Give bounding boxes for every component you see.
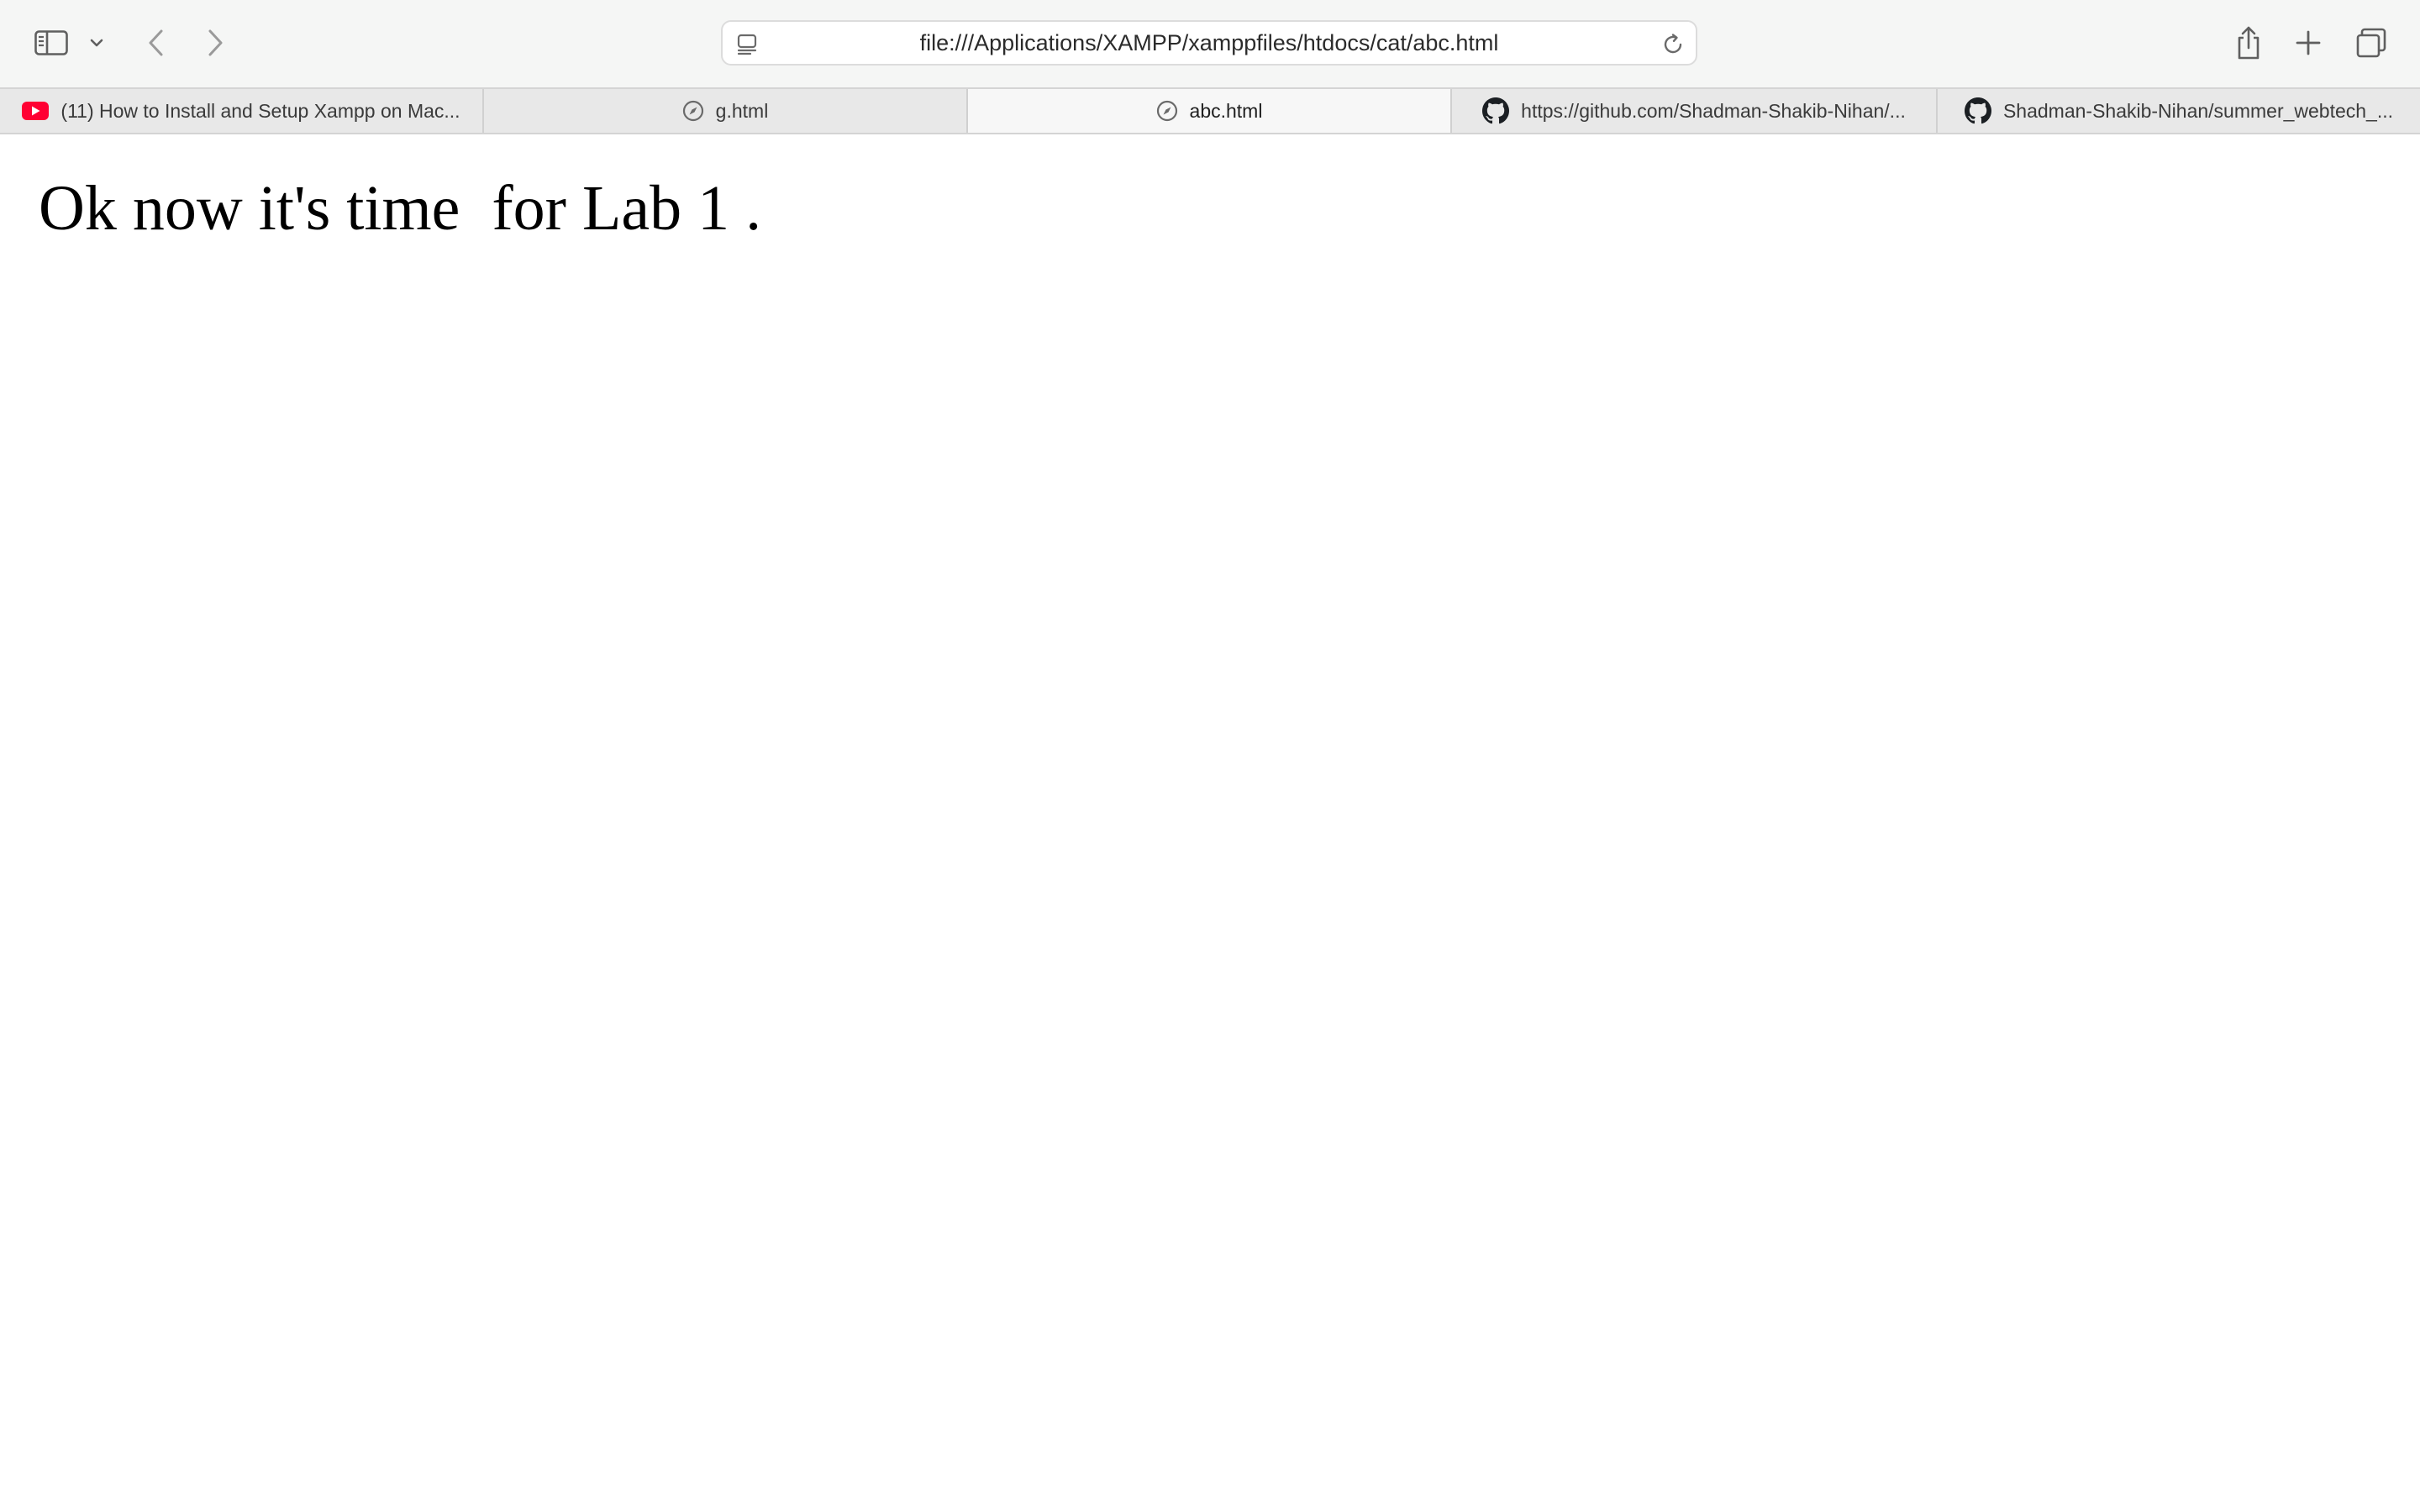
tab-overview-icon	[2356, 28, 2386, 58]
plus-icon	[2296, 30, 2321, 55]
chevron-down-icon	[90, 39, 103, 47]
tab-label: (11) How to Install and Setup Xampp on M…	[60, 99, 460, 122]
url-text[interactable]: file:///Applications/XAMPP/xamppfiles/ht…	[723, 22, 1696, 64]
back-button[interactable]	[139, 24, 173, 62]
tab-label: https://github.com/Shadman-Shakib-Nihan/…	[1521, 99, 1906, 122]
forward-button[interactable]	[198, 24, 232, 62]
compass-icon	[1156, 100, 1178, 122]
youtube-icon	[22, 101, 50, 121]
page-content: Ok now it's time for Lab 1 .	[0, 134, 2420, 1512]
share-icon	[2238, 26, 2260, 60]
reload-icon[interactable]	[1660, 32, 1686, 57]
browser-toolbar: file:///Applications/XAMPP/xamppfiles/ht…	[0, 0, 2420, 87]
tab-abc-html[interactable]: abc.html	[968, 89, 1452, 133]
github-icon	[1964, 97, 1991, 124]
forward-arrow-icon	[208, 29, 223, 56]
tab-github-1[interactable]: https://github.com/Shadman-Shakib-Nihan/…	[1452, 89, 1938, 133]
compass-icon	[682, 100, 704, 122]
tab-bar: (11) How to Install and Setup Xampp on M…	[0, 87, 2420, 134]
tab-github-2[interactable]: Shadman-Shakib-Nihan/summer_webtech_...	[1938, 89, 2420, 133]
page-heading: Ok now it's time for Lab 1 .	[39, 173, 762, 244]
tab-label: g.html	[715, 99, 769, 122]
github-icon	[1482, 97, 1510, 124]
share-button[interactable]	[2228, 22, 2269, 64]
back-arrow-icon	[149, 29, 163, 56]
tab-label: Shadman-Shakib-Nihan/summer_webtech_...	[2002, 99, 2394, 122]
tab-overview-button[interactable]	[2351, 24, 2391, 62]
browser-window: file:///Applications/XAMPP/xamppfiles/ht…	[0, 0, 2420, 1512]
sidebar-icon	[34, 30, 68, 55]
tab-youtube[interactable]: (11) How to Install and Setup Xampp on M…	[0, 89, 484, 133]
new-tab-button[interactable]	[2289, 24, 2328, 62]
sidebar-toggle-button[interactable]	[30, 25, 72, 60]
tab-label: abc.html	[1189, 99, 1263, 122]
sidebar-menu-button[interactable]	[86, 30, 108, 55]
tab-g-html[interactable]: g.html	[484, 89, 968, 133]
address-bar[interactable]: file:///Applications/XAMPP/xamppfiles/ht…	[721, 20, 1697, 66]
